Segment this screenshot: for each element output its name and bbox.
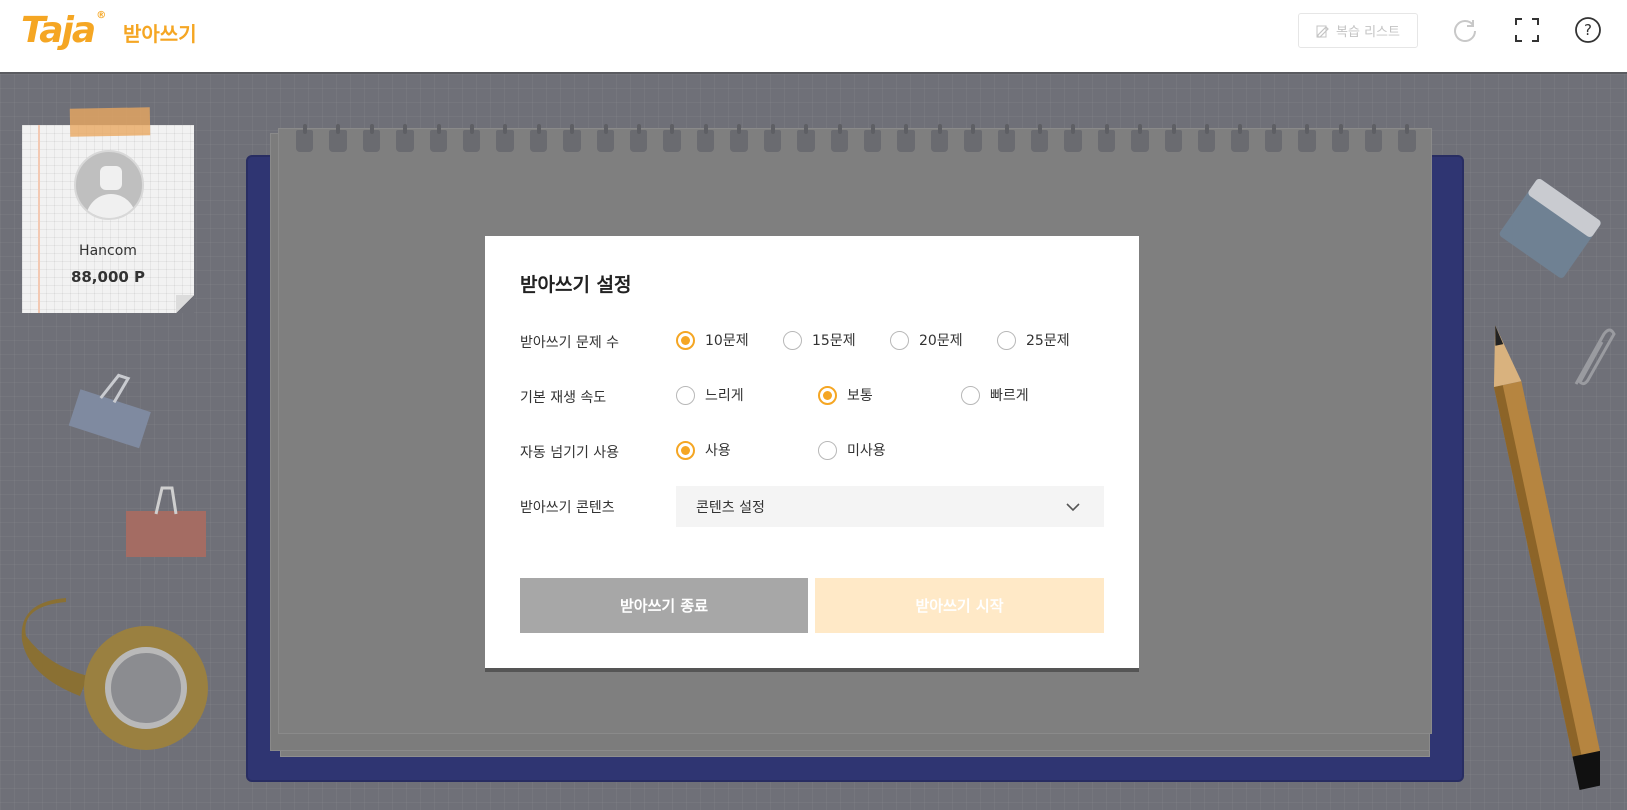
spiral-ring xyxy=(1164,124,1182,152)
help-icon[interactable]: ? xyxy=(1572,14,1604,46)
modal-title: 받아쓰기 설정 xyxy=(520,274,632,296)
review-list-button[interactable]: 복습 리스트 xyxy=(1298,13,1418,48)
dictation-settings-modal: 받아쓰기 설정 받아쓰기 문제 수 10문제 15문제 20문제 25문제 기본… xyxy=(485,236,1139,672)
svg-text:?: ? xyxy=(1584,21,1592,39)
avatar-body xyxy=(86,194,136,218)
speed-option-fast[interactable]: 빠르게 xyxy=(961,385,1029,405)
spiral-ring xyxy=(1030,124,1049,152)
spiral-ring xyxy=(1131,124,1149,152)
taja-logo[interactable]: Taja ® xyxy=(21,10,106,51)
notebook-spiral-rings xyxy=(296,124,1416,154)
spiral-ring xyxy=(1365,124,1383,152)
spiral-ring xyxy=(1197,124,1216,152)
question-count-option-20[interactable]: 20문제 xyxy=(890,330,963,350)
masking-tape xyxy=(69,107,151,137)
spiral-ring xyxy=(696,124,715,152)
spiral-ring xyxy=(529,124,548,152)
spiral-ring xyxy=(362,124,381,152)
pencil-icon xyxy=(1493,325,1600,790)
spiral-ring xyxy=(1331,124,1349,152)
spiral-ring xyxy=(964,124,982,152)
spiral-ring xyxy=(997,124,1015,152)
radio-selected-icon[interactable] xyxy=(818,385,837,405)
playback-speed-label: 기본 재생 속도 xyxy=(520,390,607,406)
radio-label: 사용 xyxy=(705,443,731,459)
app-title: 받아쓰기 xyxy=(123,22,197,46)
radio-icon[interactable] xyxy=(997,330,1016,350)
speed-option-slow[interactable]: 느리게 xyxy=(676,385,744,405)
spiral-ring xyxy=(496,124,514,152)
radio-icon[interactable] xyxy=(818,440,837,460)
spiral-ring xyxy=(1064,124,1082,152)
radio-icon[interactable] xyxy=(961,385,980,405)
user-name: Hancom xyxy=(79,243,137,259)
radio-label: 20문제 xyxy=(919,333,963,349)
spiral-ring xyxy=(830,124,848,152)
auto-advance-label: 자동 넘기기 사용 xyxy=(520,445,620,461)
auto-advance-option-off[interactable]: 미사용 xyxy=(818,440,886,460)
radio-label: 느리게 xyxy=(705,388,744,404)
spiral-ring xyxy=(863,124,882,152)
spiral-ring xyxy=(563,124,581,152)
radio-label: 빠르게 xyxy=(990,388,1029,404)
radio-selected-icon[interactable] xyxy=(676,440,695,460)
question-count-option-10[interactable]: 10문제 xyxy=(676,330,749,350)
radio-label: 10문제 xyxy=(705,333,749,349)
spiral-ring xyxy=(296,124,314,152)
content-select-value: 콘텐츠 설정 xyxy=(696,499,765,516)
radio-icon[interactable] xyxy=(890,330,909,350)
start-dictation-button[interactable]: 받아쓰기 시작 xyxy=(815,578,1104,633)
spiral-ring xyxy=(329,124,347,152)
chevron-down-icon xyxy=(1066,503,1080,512)
radio-label: 25문제 xyxy=(1026,333,1070,349)
card-corner-fold xyxy=(176,295,194,313)
spiral-ring xyxy=(1264,124,1283,152)
spiral-ring xyxy=(1398,124,1416,152)
question-count-option-15[interactable]: 15문제 xyxy=(783,330,856,350)
spiral-ring xyxy=(930,124,949,152)
spiral-ring xyxy=(797,124,815,152)
binder-clip-blue-icon xyxy=(68,373,151,449)
content-label: 받아쓰기 콘텐츠 xyxy=(520,500,615,516)
radio-label: 미사용 xyxy=(847,443,886,459)
eraser-icon xyxy=(1499,178,1601,278)
spiral-ring xyxy=(763,124,782,152)
auto-advance-option-on[interactable]: 사용 xyxy=(676,440,731,460)
avatar xyxy=(74,150,144,220)
review-list-label: 복습 리스트 xyxy=(1336,25,1400,40)
radio-selected-icon[interactable] xyxy=(676,330,695,350)
spiral-ring xyxy=(630,124,648,152)
spiral-ring xyxy=(730,124,748,152)
spiral-ring xyxy=(1298,124,1316,152)
user-points: 88,000 P xyxy=(70,268,146,286)
radio-icon[interactable] xyxy=(783,330,802,350)
spiral-ring xyxy=(596,124,615,152)
spiral-ring xyxy=(429,124,448,152)
spiral-ring xyxy=(1231,124,1249,152)
binder-clip-red-icon xyxy=(126,486,206,557)
question-count-label: 받아쓰기 문제 수 xyxy=(520,335,620,351)
spiral-ring xyxy=(897,124,915,152)
fullscreen-icon[interactable] xyxy=(1511,14,1543,46)
question-count-option-25[interactable]: 25문제 xyxy=(997,330,1070,350)
refresh-icon[interactable] xyxy=(1449,14,1481,46)
spiral-ring xyxy=(663,124,681,152)
spiral-ring xyxy=(1097,124,1116,152)
tape-roll-icon xyxy=(21,598,208,750)
radio-icon[interactable] xyxy=(676,385,695,405)
edit-icon xyxy=(1316,25,1329,38)
radio-label: 보통 xyxy=(847,388,873,404)
radio-label: 15문제 xyxy=(812,333,856,349)
app-header: Taja ® 받아쓰기 복습 리스트 ? xyxy=(0,0,1627,74)
spiral-ring xyxy=(396,124,414,152)
speed-option-normal[interactable]: 보통 xyxy=(818,385,873,405)
spiral-ring xyxy=(463,124,481,152)
content-select[interactable]: 콘텐츠 설정 xyxy=(676,486,1104,527)
avatar-head xyxy=(100,166,122,190)
end-dictation-button[interactable]: 받아쓰기 종료 xyxy=(520,578,808,633)
